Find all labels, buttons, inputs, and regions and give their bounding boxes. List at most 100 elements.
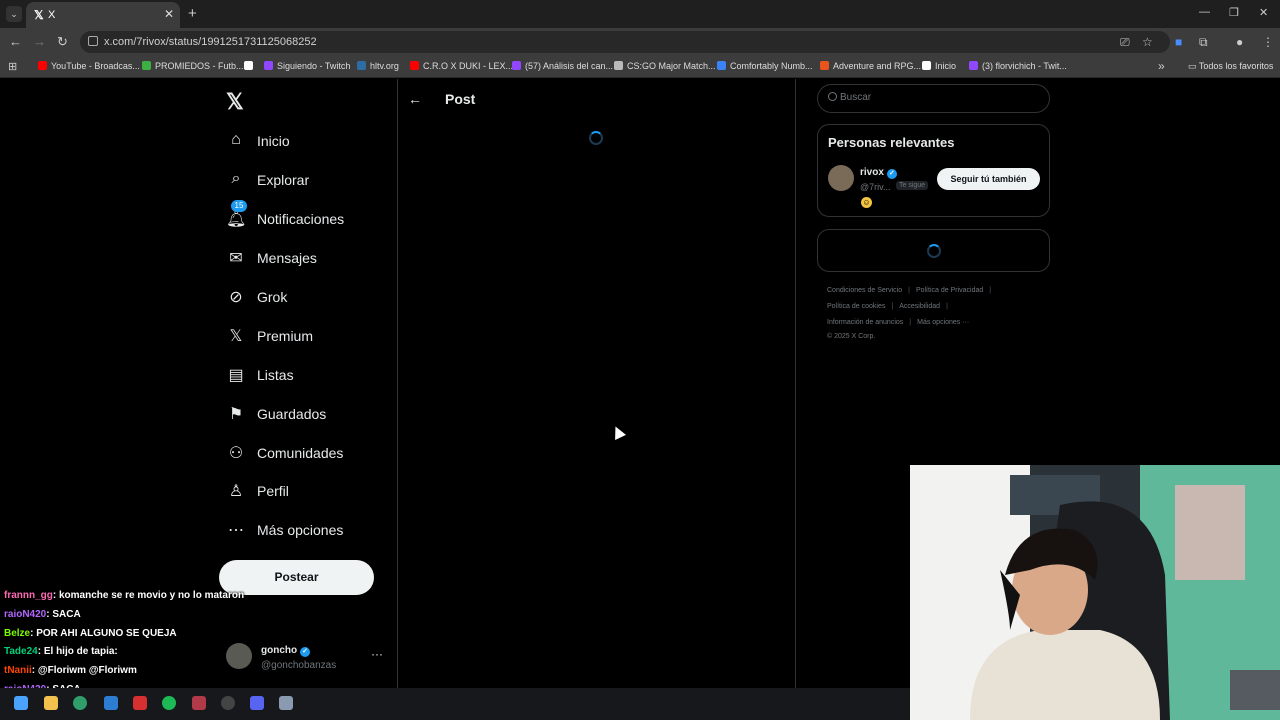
new-tab-icon[interactable]: + xyxy=(188,5,197,22)
account-switcher[interactable]: goncho ✓ @gonchobanzas ··· xyxy=(226,642,386,678)
chat-username: frannn_gg xyxy=(4,590,53,601)
nav-item-premium[interactable]: 𝕏 Premium xyxy=(226,324,386,352)
account-name-text: goncho xyxy=(261,645,298,656)
nav-item-grok[interactable]: ⊘ Grok xyxy=(226,285,386,313)
nav-item-notificaciones[interactable]: 🔔︎ 15 Notificaciones xyxy=(226,200,386,235)
bookmark-item[interactable]: Inicio xyxy=(922,61,956,71)
nav-item-guardados[interactable]: ⚑ Guardados xyxy=(226,402,386,430)
address-bar[interactable]: x.com/7rivox/status/1991251731125068252 xyxy=(80,31,1170,53)
obs-icon[interactable] xyxy=(221,696,235,710)
nav-item-explorar[interactable]: ⌕ Explorar xyxy=(226,168,386,196)
nav-item-perfil[interactable]: ♙ Perfil xyxy=(226,479,386,507)
footer-link[interactable]: Condiciones de Servicio xyxy=(827,287,902,294)
footer-link[interactable]: Política de Privacidad xyxy=(916,287,983,294)
footer-row: Política de cookies | Accesibilidad | xyxy=(827,303,1057,310)
bookmark-item[interactable]: hltv.org xyxy=(357,61,399,71)
back-arrow-icon[interactable]: ← xyxy=(408,91,422,107)
forward-icon[interactable]: → xyxy=(33,34,46,49)
trends-card-loading xyxy=(817,229,1050,272)
bookmark-favicon-icon xyxy=(614,61,623,70)
bookmark-item[interactable]: (3) florvichich - Twit... xyxy=(969,61,1067,71)
follow-button[interactable]: Seguir tú también xyxy=(937,168,1040,190)
close-tab-icon[interactable]: ✕ xyxy=(164,7,174,21)
bookmark-item[interactable]: PROMIEDOS - Futb... xyxy=(142,61,244,71)
more-bookmarks-icon[interactable]: » xyxy=(1158,59,1165,73)
nav-icon: ♙ xyxy=(228,483,244,500)
spotify-icon[interactable] xyxy=(162,696,176,710)
tab-search-icon[interactable]: ⌄ xyxy=(6,6,22,22)
bookmark-star-icon[interactable]: ☆ xyxy=(1142,35,1153,49)
extensions-puzzle-icon[interactable]: ⧉ xyxy=(1199,35,1208,50)
column-divider xyxy=(795,79,796,688)
apps-grid-icon[interactable]: ⊞ xyxy=(8,60,17,73)
nav-item-inicio[interactable]: ⌂ Inicio xyxy=(226,129,386,157)
x-logo-icon[interactable]: 𝕏 xyxy=(226,89,244,115)
nav-icon: ⊘ xyxy=(229,289,243,306)
bookmark-item[interactable]: Siguiendo - Twitch xyxy=(264,61,350,71)
nav-label: Explorar xyxy=(257,172,310,188)
search-box[interactable] xyxy=(817,84,1050,113)
footer-separator: | xyxy=(909,319,912,326)
nav-item-mas-opciones[interactable]: ⋯ Más opciones xyxy=(226,518,386,546)
discord-icon[interactable] xyxy=(250,696,264,710)
app-icon[interactable] xyxy=(133,696,147,710)
footer-link[interactable]: Accesibilidad xyxy=(899,303,940,310)
all-bookmarks[interactable]: ▭ Todos los favoritos xyxy=(1188,61,1273,72)
bookmark-label: YouTube - Broadcas... xyxy=(51,61,140,71)
bookmark-item[interactable]: YouTube - Broadcas... xyxy=(38,61,140,71)
person-name[interactable]: rivox ✓ xyxy=(860,167,897,179)
chrome-icon[interactable] xyxy=(73,696,87,710)
nav-icon: ✉ xyxy=(229,250,243,267)
restore-icon[interactable]: ❐ xyxy=(1229,6,1239,19)
x-favicon-icon: 𝕏 xyxy=(34,8,44,22)
nav-icon: ⚑ xyxy=(228,406,244,423)
profile-icon[interactable]: ● xyxy=(1236,35,1243,49)
nav-item-mensajes[interactable]: ✉ Mensajes xyxy=(226,246,386,274)
footer-separator: | xyxy=(908,287,910,294)
bookmark-item[interactable]: C.R.O X DUKI - LEX... xyxy=(410,61,513,71)
loading-spinner xyxy=(927,244,941,258)
chat-message: Belze: POR AHI ALGUNO SE QUEJA xyxy=(4,628,177,639)
close-window-icon[interactable]: ✕ xyxy=(1259,6,1268,19)
reload-icon[interactable]: ↻ xyxy=(57,34,68,50)
file-explorer-icon[interactable] xyxy=(44,696,58,710)
nav-item-listas[interactable]: ▤ Listas xyxy=(226,363,386,391)
bookmark-item[interactable] xyxy=(244,61,257,71)
footer-link[interactable]: Información de anuncios xyxy=(827,319,903,326)
bookmark-item[interactable]: (57) Análisis del can... xyxy=(512,61,613,71)
browser-tab[interactable]: 𝕏 X ✕ xyxy=(26,2,180,28)
footer-separator: | xyxy=(989,287,992,294)
bookmark-item[interactable]: Comfortably Numb... xyxy=(717,61,813,71)
nav-label: Comunidades xyxy=(257,445,344,461)
avatar xyxy=(226,643,252,669)
app-icon[interactable] xyxy=(192,696,206,710)
bookmark-favicon-icon xyxy=(922,61,931,70)
avatar[interactable] xyxy=(828,165,854,191)
chat-username: Belze xyxy=(4,627,31,639)
bookmark-item[interactable]: CS:GO Major Match... xyxy=(614,61,716,71)
minimize-icon[interactable]: — xyxy=(1199,6,1210,18)
bookmark-item[interactable]: Adventure and RPG... xyxy=(820,61,921,71)
install-app-icon[interactable]: ⎚ xyxy=(1120,35,1130,50)
bookmark-label: hltv.org xyxy=(370,61,399,71)
chat-message: frannn_gg: komanche se re movio y no lo … xyxy=(4,590,244,601)
url-text: x.com/7rivox/status/1991251731125068252 xyxy=(104,36,317,48)
start-icon[interactable] xyxy=(14,696,28,710)
loading-spinner xyxy=(589,131,603,145)
settings-icon[interactable] xyxy=(279,696,293,710)
chat-message: raioN420: SACA xyxy=(4,609,81,620)
app-icon[interactable] xyxy=(104,696,118,710)
nav-item-comunidades[interactable]: ⚇ Comunidades xyxy=(226,441,386,469)
footer-link[interactable]: Más opciones ··· xyxy=(917,319,969,326)
site-info-icon[interactable] xyxy=(88,36,98,46)
footer-link[interactable]: © 2025 X Corp. xyxy=(827,333,875,340)
bookmark-favicon-icon xyxy=(717,61,726,70)
search-input[interactable] xyxy=(840,92,1040,103)
menu-icon[interactable]: ⋮ xyxy=(1262,35,1274,49)
nav-label: Perfil xyxy=(257,483,289,499)
footer-link[interactable]: Política de cookies xyxy=(827,303,885,310)
bookmark-favicon-icon xyxy=(820,61,829,70)
back-icon[interactable]: ← xyxy=(9,34,22,49)
more-icon[interactable]: ··· xyxy=(371,647,383,661)
extension-icon[interactable]: ■ xyxy=(1175,35,1182,49)
